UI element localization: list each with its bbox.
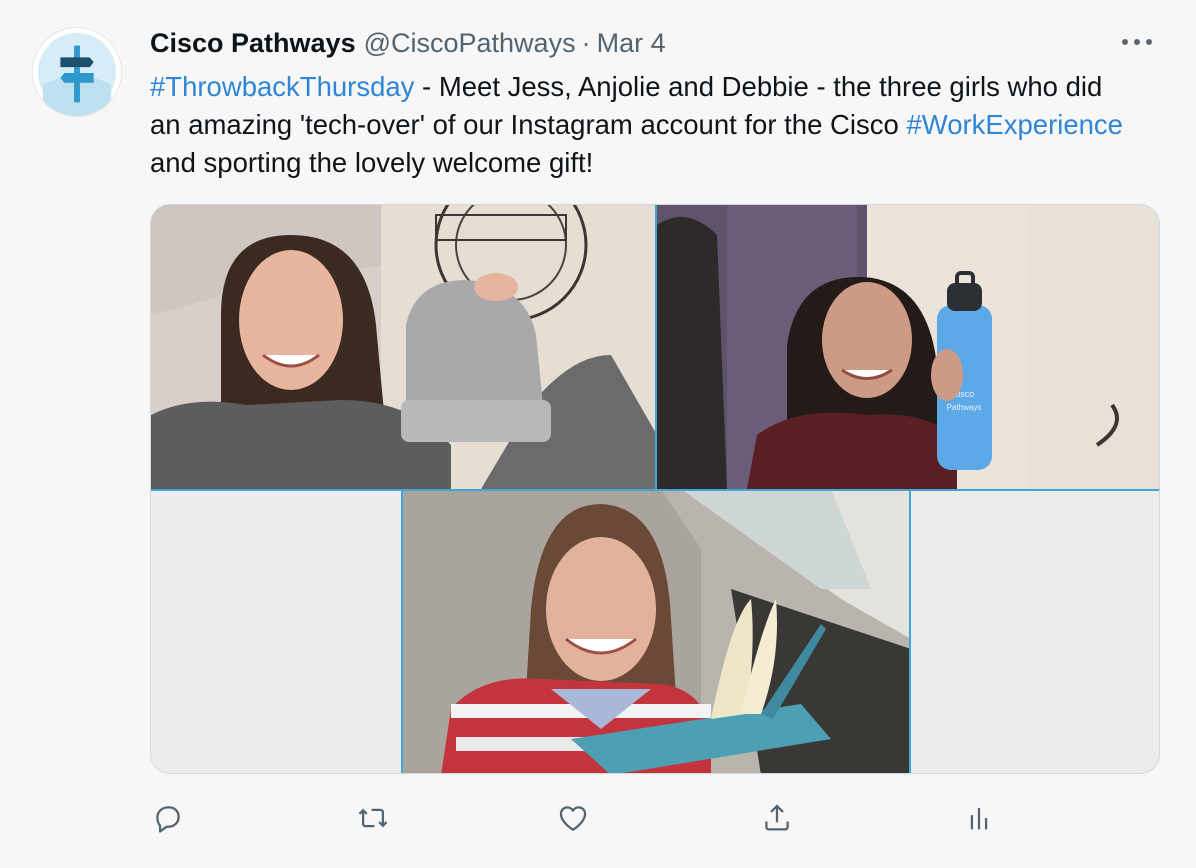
- tweet-text-segment: and sporting the lovely welcome gift!: [150, 147, 594, 178]
- photo-girl-holding-beanie: [151, 205, 657, 489]
- more-horizontal-icon: [1122, 39, 1128, 45]
- tweet-actions: [0, 796, 1196, 844]
- more-horizontal-icon: [1146, 39, 1152, 45]
- reply-icon: [156, 806, 180, 833]
- more-options-button[interactable]: [1122, 32, 1162, 52]
- share-icon: [765, 804, 789, 831]
- author-handle[interactable]: @CiscoPathways: [364, 28, 576, 59]
- photo-girl-holding-book: [401, 489, 911, 773]
- hashtag-link[interactable]: #WorkExperience: [906, 109, 1123, 140]
- photo-girl-holding-bottle: cisco Pathways: [657, 205, 1159, 489]
- video-call-tile-beanie: [151, 205, 657, 489]
- tweet-date[interactable]: Mar 4: [597, 28, 666, 59]
- tweet-text: #ThrowbackThursday - Meet Jess, Anjolie …: [150, 68, 1140, 182]
- avatar[interactable]: [32, 27, 122, 117]
- like-button[interactable]: [551, 796, 595, 840]
- tweet-header: Cisco Pathways @CiscoPathways · Mar 4: [150, 28, 666, 62]
- analytics-button[interactable]: [957, 796, 1001, 840]
- tweet-card: Cisco Pathways @CiscoPathways · Mar 4 #T…: [0, 0, 1196, 868]
- retweet-button[interactable]: [351, 796, 395, 840]
- analytics-icon: [970, 808, 988, 830]
- signpost-logo-icon: [37, 32, 117, 116]
- author-name[interactable]: Cisco Pathways: [150, 28, 356, 59]
- hashtag-link[interactable]: #ThrowbackThursday: [150, 71, 414, 102]
- reply-button[interactable]: [146, 796, 190, 840]
- tweet-media[interactable]: cisco Pathways: [150, 204, 1160, 774]
- more-horizontal-icon: [1134, 39, 1140, 45]
- bottle-label-text: Pathways: [947, 403, 982, 412]
- retweet-icon: [358, 808, 388, 828]
- separator-dot: ·: [581, 28, 591, 58]
- video-call-tile-bottle: cisco Pathways: [657, 205, 1159, 489]
- share-button[interactable]: [755, 796, 799, 840]
- video-call-tile-book: [401, 489, 911, 773]
- heart-icon: [559, 806, 587, 831]
